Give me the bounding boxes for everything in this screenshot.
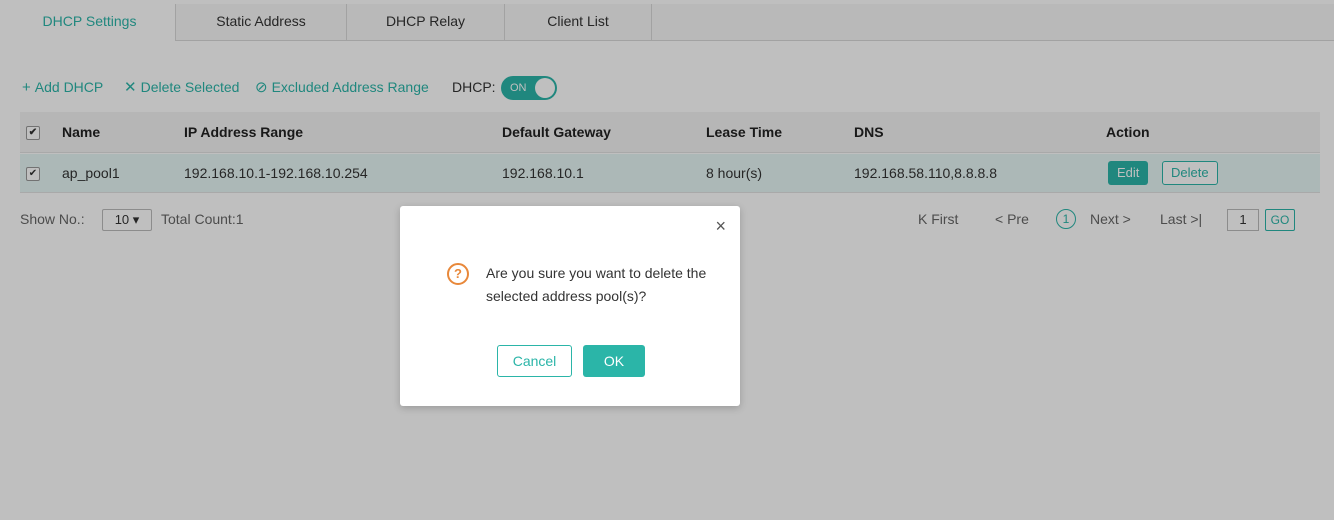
cancel-button[interactable]: Cancel bbox=[497, 345, 572, 377]
dialog-message: Are you sure you want to delete the sele… bbox=[486, 265, 707, 304]
question-icon: ? bbox=[447, 263, 469, 285]
close-icon[interactable]: × bbox=[715, 216, 726, 236]
ok-button[interactable]: OK bbox=[583, 345, 645, 377]
confirm-delete-dialog: × ? Are you sure you want to delete the … bbox=[400, 206, 740, 406]
